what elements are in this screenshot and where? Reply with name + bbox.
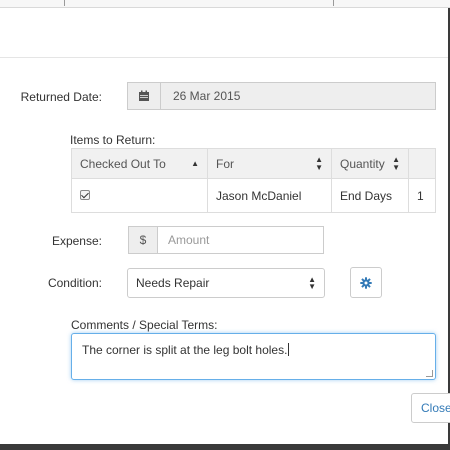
- column-header-checked-out-to[interactable]: Checked Out To ▲: [71, 148, 208, 179]
- cell-quantity: End Days: [331, 178, 409, 213]
- top-bar-tick: [333, 0, 334, 6]
- row-checkbox-cell: [71, 178, 208, 213]
- gear-icon: [360, 276, 372, 289]
- returned-date-value: 26 Mar 2015: [173, 89, 241, 103]
- text-cursor: [288, 343, 290, 356]
- returned-date-label: Returned Date:: [20, 90, 102, 104]
- cell-extra: 1: [408, 178, 436, 213]
- column-label: Quantity: [340, 156, 385, 171]
- calendar-button[interactable]: [127, 82, 161, 110]
- window-bottom-bar: [0, 444, 450, 450]
- items-table: Checked Out To ▲ For ▲ ▼ Quantity ▲ ▼ Jason M…: [71, 148, 436, 213]
- comments-text: The corner is split at the leg bolt hole…: [82, 343, 288, 357]
- condition-label: Condition:: [47, 276, 102, 290]
- calendar-icon: [139, 90, 149, 101]
- modal-header-divider: [0, 57, 450, 58]
- returned-date-field[interactable]: 26 Mar 2015: [161, 82, 436, 110]
- column-label: For: [216, 156, 234, 171]
- select-arrows-icon: ▲ ▼: [308, 275, 316, 291]
- resize-handle-icon[interactable]: [426, 370, 433, 377]
- cell-for: Jason McDaniel: [207, 178, 332, 213]
- table-row: Jason McDaniel End Days 1: [71, 178, 436, 213]
- row-checkbox[interactable]: [80, 189, 90, 200]
- comments-label: Comments / Special Terms:: [71, 318, 218, 332]
- column-header-extra: [408, 148, 436, 179]
- top-bar-tick: [64, 0, 65, 6]
- currency-addon: $: [128, 226, 158, 254]
- column-header-for[interactable]: For ▲ ▼: [207, 148, 332, 179]
- window-top-bar: [0, 0, 450, 8]
- column-label: Checked Out To: [80, 156, 166, 171]
- sort-both-icon: ▲ ▼: [392, 154, 400, 172]
- condition-select-value: Needs Repair: [136, 276, 210, 290]
- sort-both-icon: ▲ ▼: [315, 154, 323, 172]
- comments-textarea[interactable]: The corner is split at the leg bolt hole…: [71, 333, 436, 380]
- condition-settings-button[interactable]: [350, 267, 382, 298]
- sort-asc-icon: ▲: [191, 158, 199, 168]
- close-button[interactable]: Close: [411, 393, 450, 423]
- expense-label: Expense:: [51, 234, 102, 248]
- amount-input[interactable]: [157, 226, 324, 254]
- column-header-quantity[interactable]: Quantity ▲ ▼: [331, 148, 409, 179]
- condition-select[interactable]: Needs Repair ▲ ▼: [127, 268, 325, 298]
- items-to-return-label: Items to Return:: [70, 133, 156, 147]
